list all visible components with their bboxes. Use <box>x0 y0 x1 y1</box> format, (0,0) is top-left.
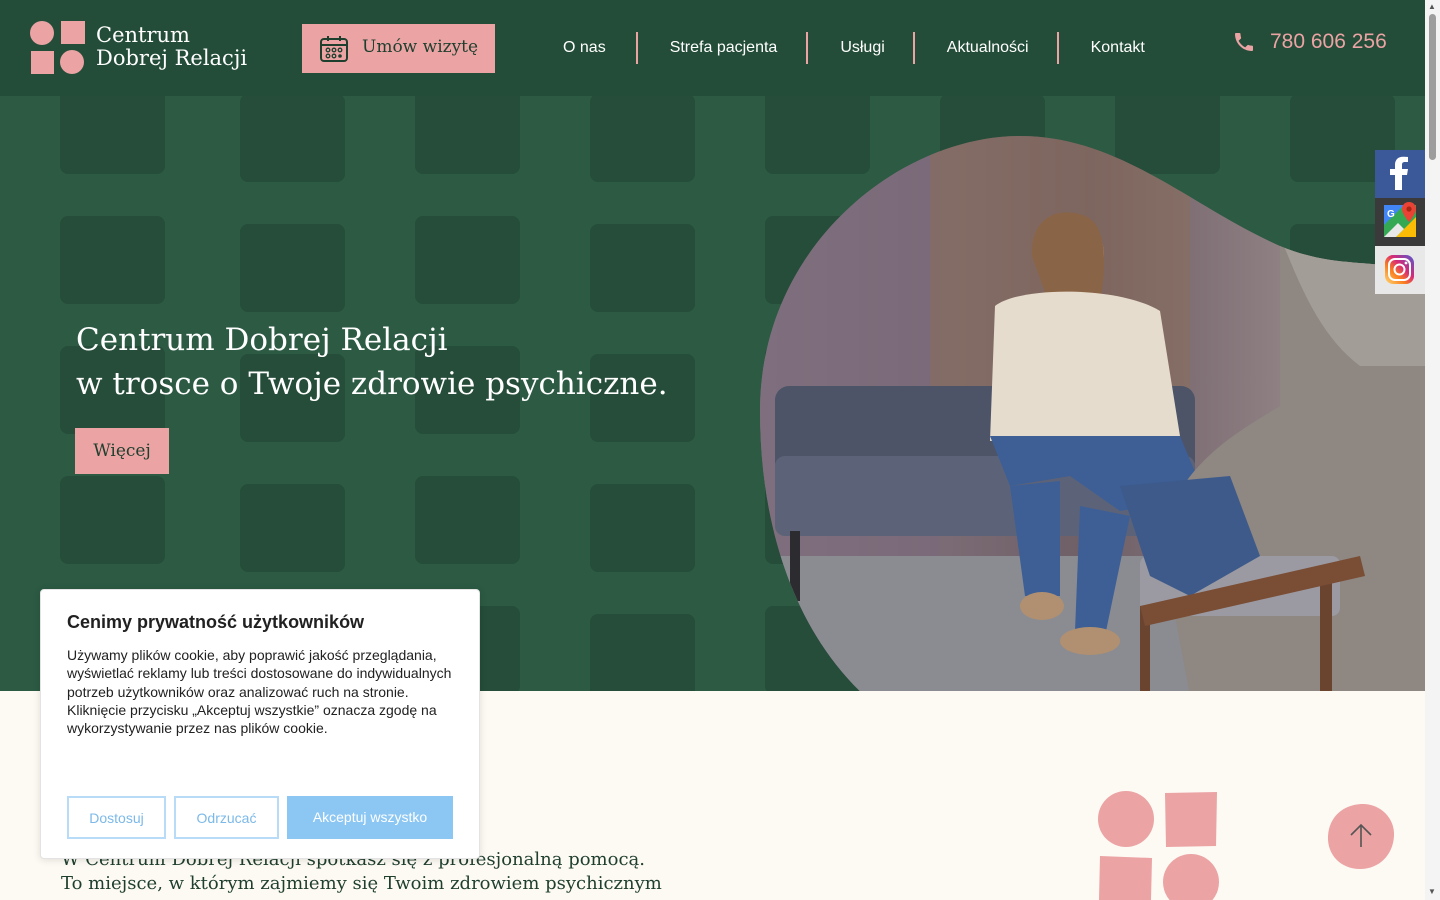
google-maps-icon: G <box>1384 202 1416 237</box>
phone-icon <box>1235 33 1253 51</box>
nav-item-patient-zone[interactable]: Strefa pacjenta <box>638 32 807 64</box>
scroll-down-arrow-icon[interactable]: ▼ <box>1428 887 1436 896</box>
pattern-tile <box>240 224 345 312</box>
cookie-title: Cenimy prywatność użytkowników <box>67 612 365 632</box>
logo-icon[interactable] <box>30 20 86 76</box>
main-nav: O nas Strefa pacjenta Usługi Aktualności… <box>533 32 1145 64</box>
pattern-tile <box>590 224 695 312</box>
cookie-text: Używamy plików cookie, aby poprawić jako… <box>67 647 452 737</box>
decorative-logo-shapes <box>1098 791 1219 900</box>
pattern-tile <box>240 484 345 572</box>
pattern-tile <box>240 96 345 182</box>
instagram-link[interactable] <box>1375 246 1425 294</box>
scroll-up-arrow-icon[interactable]: ▲ <box>1428 2 1436 11</box>
calendar-icon <box>320 36 348 62</box>
svg-text:G: G <box>1387 209 1395 220</box>
scrollbar-thumb[interactable] <box>1429 14 1436 160</box>
pattern-tile <box>590 614 695 691</box>
nav-item-services[interactable]: Usługi <box>808 32 912 64</box>
phone-number: 780 606 256 <box>1270 30 1387 53</box>
pattern-tile <box>415 216 520 304</box>
intro-line2: To miejsce, w którym zajmiemy się Twoim … <box>61 873 662 894</box>
book-appointment-label: Umów wizytę <box>362 37 479 57</box>
hero-photo <box>760 136 1425 691</box>
cookie-consent-dialog: Cenimy prywatność użytkowników Używamy p… <box>40 589 480 859</box>
nav-item-contact[interactable]: Kontakt <box>1059 32 1145 64</box>
facebook-icon <box>1390 156 1408 190</box>
more-button[interactable]: Więcej <box>75 428 169 474</box>
cookie-reject-button[interactable]: Odrzucać <box>174 796 279 839</box>
pattern-tile <box>60 96 165 174</box>
instagram-icon <box>1385 255 1414 284</box>
logo-line2: Dobrej Relacji <box>96 46 248 70</box>
cookie-accept-all-button[interactable]: Akceptuj wszystko <box>287 796 453 839</box>
phone-link[interactable]: 780 606 256 <box>1232 30 1387 54</box>
pattern-tile <box>60 476 165 564</box>
back-to-top-button[interactable] <box>1327 803 1395 870</box>
pattern-tile <box>415 476 520 564</box>
logo-text[interactable]: Centrum Dobrej Relacji <box>96 24 247 70</box>
logo-line1: Centrum <box>96 23 190 47</box>
hero-title: Centrum Dobrej Relacji w trosce o Twoje … <box>76 318 668 406</box>
pattern-tile <box>590 484 695 572</box>
cookie-customize-button[interactable]: Dostosuj <box>67 796 166 839</box>
facebook-link[interactable] <box>1375 150 1425 198</box>
nav-item-about[interactable]: O nas <box>533 32 636 64</box>
book-appointment-button[interactable]: Umów wizytę <box>302 24 495 73</box>
hero-title-line2: w trosce o Twoje zdrowie psychiczne. <box>76 366 668 402</box>
nav-item-news[interactable]: Aktualności <box>915 32 1057 64</box>
hero-title-line1: Centrum Dobrej Relacji <box>76 322 448 358</box>
pattern-tile <box>590 96 695 182</box>
pattern-tile <box>415 96 520 174</box>
site-header: Centrum Dobrej Relacji Umów wizytę O nas… <box>0 0 1425 96</box>
pattern-tile <box>60 216 165 304</box>
google-maps-link[interactable]: G <box>1375 198 1425 246</box>
